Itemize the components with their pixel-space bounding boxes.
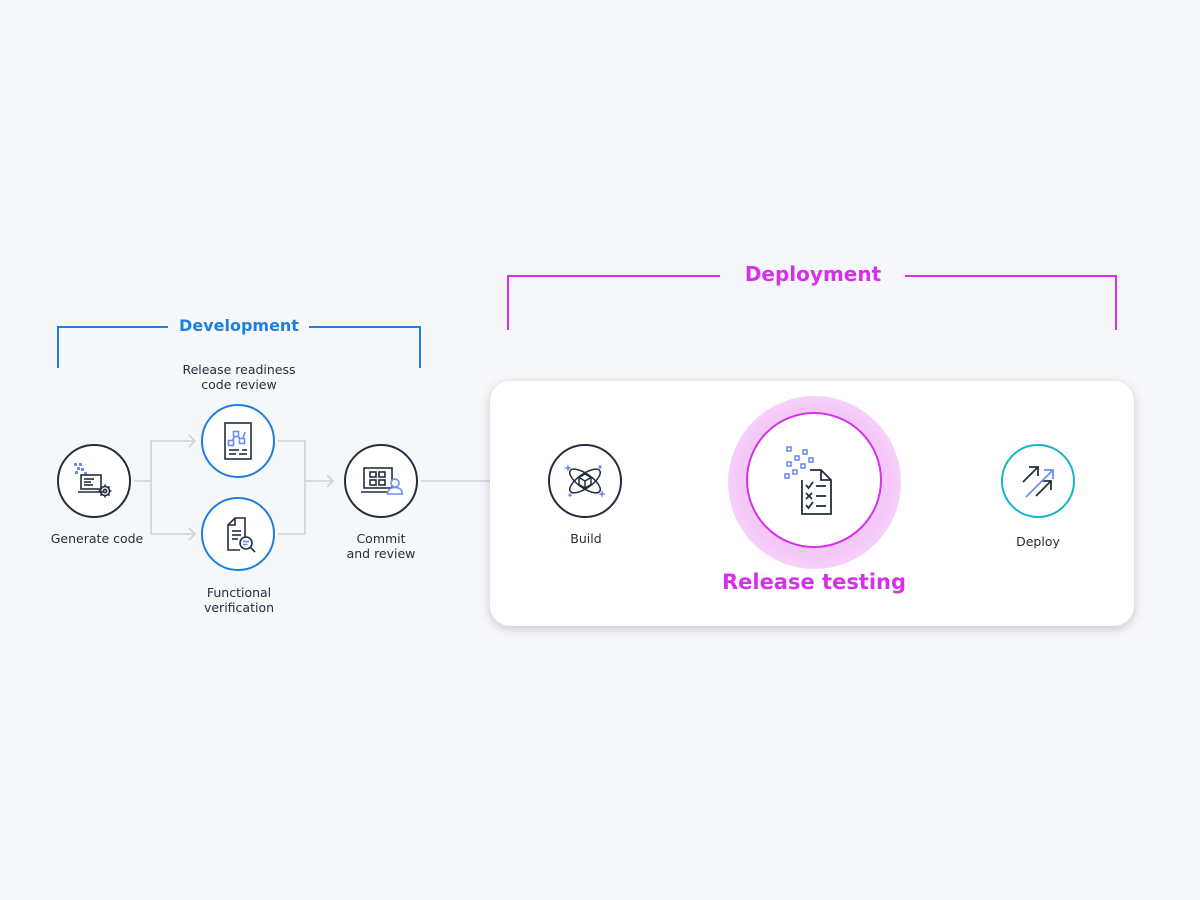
commit-review-line-1: Commit [356,531,406,546]
deploy-node[interactable] [1001,444,1075,518]
deploy-text: Deploy [1016,534,1060,549]
commit-review-line-2: and review [346,546,416,561]
development-group-label: Development [179,316,299,335]
release-testing-node[interactable] [746,412,882,548]
commit-review-label: Commit and review [311,531,451,561]
double-arrow-up-icon [1022,466,1054,498]
commit-review-node[interactable] [344,444,418,518]
build-text: Build [570,531,602,546]
generate-code-text: Generate code [50,531,144,546]
functional-verification-line-1: Functional [206,585,272,600]
release-readiness-line-1: Release readiness [182,362,296,377]
functional-verification-label: Functional verification [169,585,309,615]
generate-code-node[interactable] [57,444,131,518]
release-readiness-label: Release readiness code review [169,362,309,392]
release-readiness-node[interactable] [201,404,275,478]
laptop-gear-icon [74,463,112,498]
atom-cube-icon [564,464,606,498]
release-testing-label: Release testing [721,570,907,594]
document-search-icon [227,517,256,553]
checklist-document-icon [784,446,832,515]
functional-verification-node[interactable] [201,497,275,571]
build-node[interactable] [548,444,622,518]
deploy-label: Deploy [968,534,1108,549]
functional-verification-line-2: verification [203,600,275,615]
deployment-group-label: Deployment [744,262,882,286]
document-flow-icon [224,422,252,460]
build-label: Build [516,531,656,546]
generate-code-label: Generate code [27,531,167,546]
laptop-grid-user-icon [361,467,404,495]
release-readiness-line-2: code review [201,377,277,392]
